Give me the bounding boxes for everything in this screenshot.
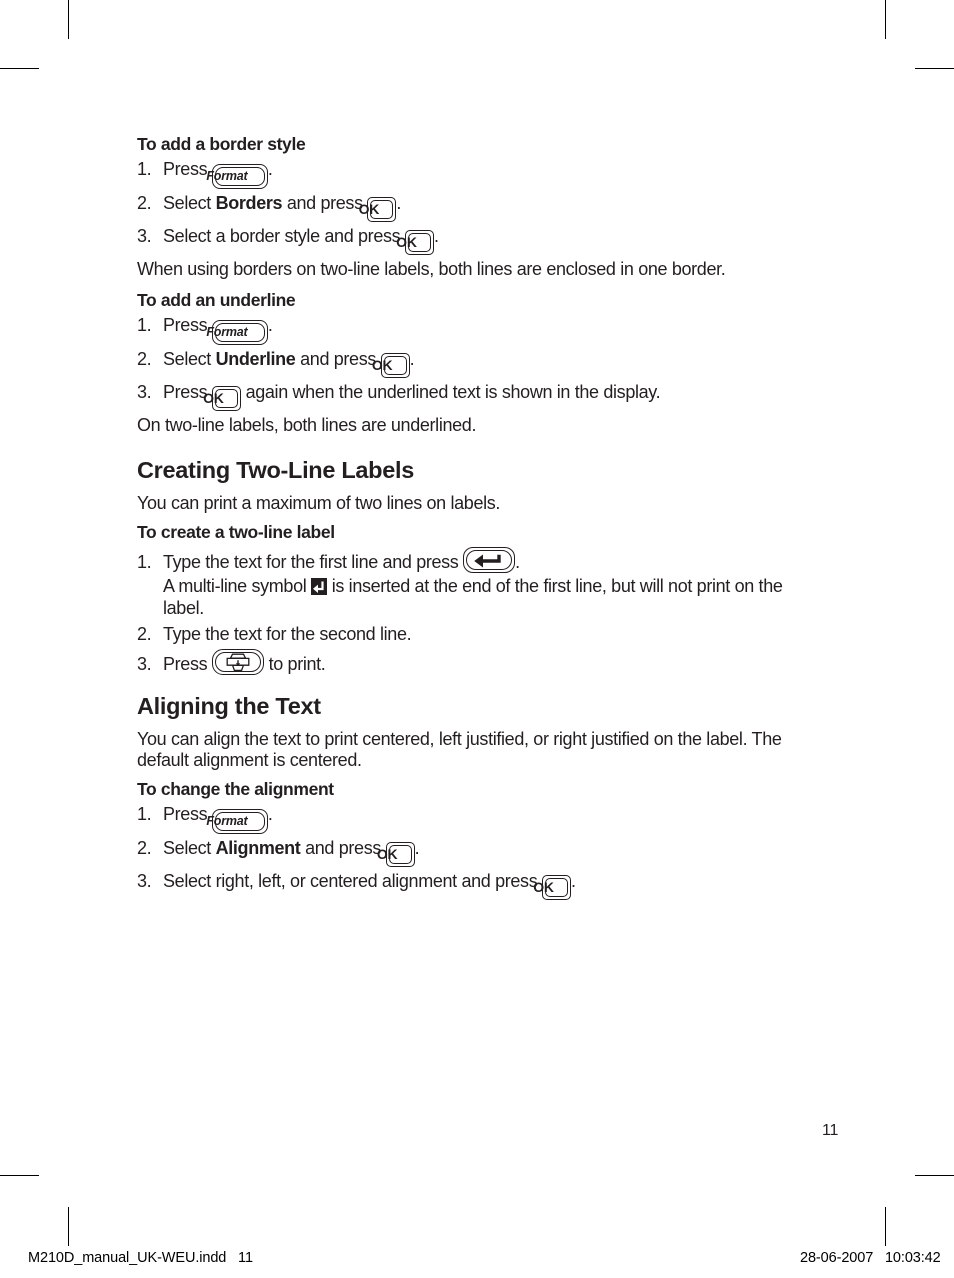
crop-mark-top-left-horizontal: [0, 68, 39, 69]
step-text: Select: [163, 348, 216, 369]
step-text: Press: [163, 654, 212, 675]
ok-key-button[interactable]: OK: [533, 874, 572, 900]
step-menu-item: Borders: [215, 193, 283, 214]
step-underline-2: 2. Select Underline and press OK.: [137, 349, 815, 378]
crop-mark-bottom-left-vertical: [68, 1207, 69, 1246]
step-text-tail: .: [267, 314, 273, 335]
step-number: 3.: [137, 654, 152, 675]
step-text-tail: .: [267, 803, 273, 824]
step-number: 2.: [137, 837, 152, 858]
step-text: Select: [163, 193, 216, 214]
ok-key-button[interactable]: OK: [372, 352, 410, 378]
format-key-button[interactable]: Format: [206, 808, 268, 834]
crop-mark-bottom-left-horizontal: [0, 1175, 39, 1176]
heading-to-add-a-border-style: To add a border style: [137, 134, 306, 154]
heading-aligning-the-text: Aligning the Text: [137, 692, 321, 719]
step-two-line-2: 2. Type the text for the second line.: [137, 624, 815, 646]
step-alignment-2: 2. Select Alignment and press OK.: [137, 838, 815, 867]
page-content: To add a border style 1. Press Format. 2.…: [137, 134, 815, 900]
format-key-button[interactable]: Format: [206, 164, 268, 190]
intro-aligning-the-text: You can align the text to print centered…: [137, 728, 782, 771]
ok-key-button[interactable]: OK: [396, 230, 434, 256]
step-text-tail: .: [409, 348, 415, 369]
step-number: 1.: [137, 159, 152, 180]
step-text: Press: [163, 159, 212, 180]
heading-to-create-a-two-line-label: To create a two-line label: [137, 521, 335, 542]
step-border-style-1: 1. Press Format.: [137, 159, 815, 190]
note-border-style: When using borders on two-line labels, b…: [137, 259, 726, 280]
crop-mark-top-right-horizontal: [915, 68, 954, 69]
step-text-tail: .: [433, 226, 439, 247]
multi-line-symbol-icon: [311, 577, 328, 595]
step-two-line-1: 1. Type the text for the first line and p…: [137, 547, 815, 574]
step-number: 3.: [137, 870, 152, 891]
step-alignment-1: 1. Press Format.: [137, 804, 815, 834]
step-number: 1.: [137, 803, 152, 824]
step-number: 2.: [137, 193, 152, 214]
ok-key-button[interactable]: OK: [359, 197, 397, 223]
step-text-mid: and press: [295, 348, 381, 369]
step-text-mid: and press: [282, 193, 368, 214]
ok-key-button[interactable]: OK: [203, 385, 241, 411]
note-text-before: A multi-line symbol: [163, 575, 312, 596]
step-text: Press: [163, 314, 212, 335]
heading-creating-two-line-labels: Creating Two-Line Labels: [137, 457, 415, 484]
step-text: Select a border style and press: [163, 226, 405, 247]
note-underline: On two-line labels, both lines are under…: [137, 414, 477, 435]
step-text-mid: and press: [300, 837, 386, 858]
step-text: Press: [163, 803, 212, 824]
ok-key-button[interactable]: OK: [377, 841, 415, 867]
step-text-tail: .: [515, 552, 520, 572]
step-number: 1.: [137, 552, 152, 572]
heading-to-change-the-alignment: To change the alignment: [137, 778, 334, 799]
print-key-button[interactable]: [211, 649, 264, 676]
step-text-tail: .: [571, 870, 576, 891]
slug-date-time: 28-06-2007 10:03:42: [800, 1250, 941, 1266]
step-number: 3.: [137, 226, 152, 247]
format-key-button[interactable]: Format: [206, 319, 268, 345]
slug-file-name: M210D_manual_UK-WEU.indd 11: [28, 1250, 253, 1266]
crop-mark-top-right-vertical: [885, 0, 886, 39]
crop-mark-bottom-right-horizontal: [915, 1175, 954, 1176]
intro-two-line-labels: You can print a maximum of two lines on …: [137, 493, 501, 514]
step-text-tail: .: [396, 193, 402, 214]
page-number: 11: [822, 1122, 839, 1139]
return-key-button[interactable]: [463, 547, 516, 573]
step-border-style-3: 3. Select a border style and press OK.: [137, 226, 815, 256]
step-text-tail: .: [267, 159, 273, 180]
step-text-tail: again when the underlined text is shown …: [240, 381, 661, 402]
crop-mark-top-left-vertical: [68, 0, 69, 39]
step-two-line-3: 3. Press to print.: [137, 649, 815, 676]
step-text-tail: to print.: [263, 654, 326, 675]
step-number: 3.: [137, 381, 152, 402]
step-text: Select: [163, 837, 216, 858]
step-menu-item: Alignment: [215, 837, 301, 858]
step-number: 2.: [137, 348, 152, 369]
step-number: 2.: [137, 623, 152, 644]
step-two-line-1-note: A multi-line symbol is inserted at the e…: [137, 576, 815, 620]
step-text-tail: .: [414, 837, 420, 858]
step-text: Type the text for the second line.: [163, 623, 412, 644]
step-border-style-2: 2. Select Borders and press OK.: [137, 193, 815, 223]
step-menu-item: Underline: [215, 348, 296, 369]
step-underline-1: 1. Press Format.: [137, 315, 815, 345]
step-text: Type the text for the first line and pre…: [163, 552, 464, 572]
step-alignment-3: 3. Select right, left, or centered alignm…: [137, 871, 815, 900]
step-text: Select right, left, or centered alignmen…: [163, 870, 543, 891]
crop-mark-bottom-right-vertical: [885, 1207, 886, 1246]
step-underline-3: 3. Press OK again when the underlined tex…: [137, 382, 815, 411]
step-number: 1.: [137, 314, 152, 335]
heading-to-add-an-underline: To add an underline: [137, 289, 296, 310]
